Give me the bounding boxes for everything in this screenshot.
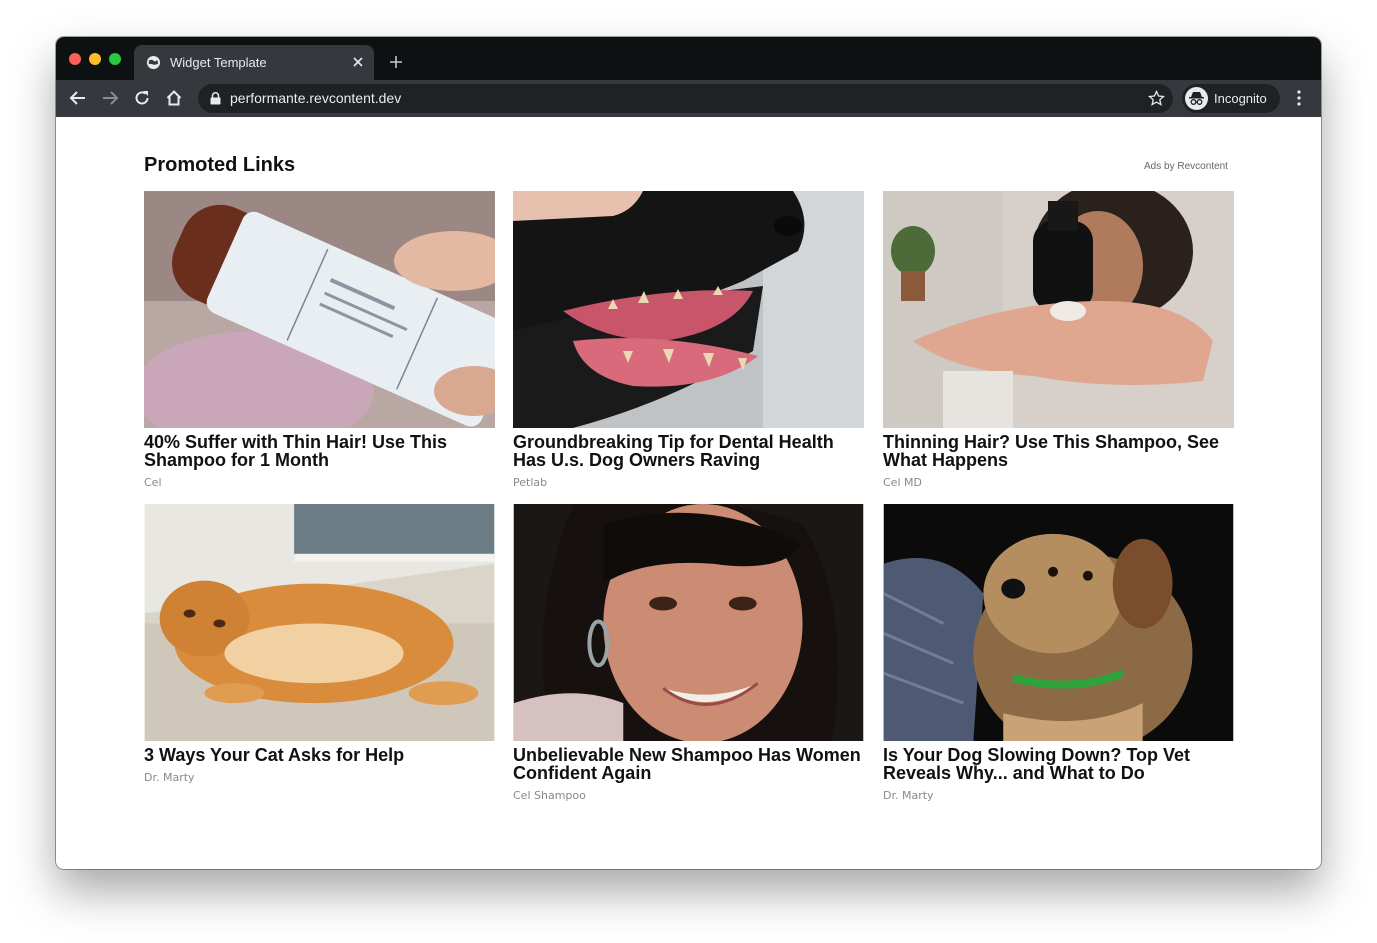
smiling-woman-photo [513,504,864,741]
promoted-link-card[interactable]: 40% Suffer with Thin Hair! Use This Sham… [144,191,495,489]
maximize-window-button[interactable] [109,53,121,65]
card-brand: Petlab [513,476,548,489]
page-content: Promoted Links Ads by Revcontent 40% Suf… [56,117,1321,869]
card-headline[interactable]: Is Your Dog Slowing Down? Top Vet Reveal… [883,746,1234,782]
browser-tab[interactable]: Widget Template [134,45,374,80]
card-brand: Cel Shampoo [513,789,586,802]
incognito-icon [1185,87,1208,110]
lock-icon[interactable] [210,92,221,105]
card-brand: Cel [144,476,162,489]
terrier-dog-photo [883,504,1234,741]
promoted-link-card[interactable]: Is Your Dog Slowing Down? Top Vet Reveal… [883,504,1234,802]
card-headline[interactable]: Groundbreaking Tip for Dental Health Has… [513,433,864,469]
url-text[interactable]: performante.revcontent.dev [230,90,401,106]
card-brand: Dr. Marty [144,771,195,784]
browser-toolbar: performante.revcontent.dev Incognito [56,80,1321,117]
incognito-profile-button[interactable]: Incognito [1182,84,1280,113]
card-brand: Dr. Marty [883,789,934,802]
pump-bottle-image[interactable] [883,191,1234,428]
orange-cat-photo [144,504,495,741]
smiling-woman-image[interactable] [513,504,864,741]
address-bar[interactable]: performante.revcontent.dev [198,84,1173,113]
ads-by-link[interactable]: Ads by Revcontent [1144,161,1228,172]
globe-icon [146,55,161,70]
new-tab-icon[interactable] [388,54,404,70]
close-tab-icon[interactable] [350,54,366,70]
more-menu-icon[interactable] [1292,89,1306,107]
back-arrow-icon[interactable] [69,89,87,107]
card-headline[interactable]: Unbelievable New Shampoo Has Women Confi… [513,746,864,782]
browser-window: Widget Template performante.revcontent.d… [56,37,1321,869]
home-icon[interactable] [165,89,183,107]
card-headline[interactable]: Thinning Hair? Use This Shampoo, See Wha… [883,433,1234,469]
pump-bottle-hand-photo [883,191,1234,428]
reload-icon[interactable] [133,89,151,107]
profile-label: Incognito [1214,91,1267,106]
card-headline[interactable]: 3 Ways Your Cat Asks for Help [144,746,495,764]
forward-arrow-icon[interactable] [101,89,119,107]
orange-cat-image[interactable] [144,504,495,741]
tab-title: Widget Template [170,55,267,70]
promoted-link-card[interactable]: 3 Ways Your Cat Asks for Help Dr. Marty [144,504,495,784]
promoted-link-card[interactable]: Groundbreaking Tip for Dental Health Has… [513,191,864,489]
card-headline[interactable]: 40% Suffer with Thin Hair! Use This Sham… [144,433,495,469]
promoted-link-card[interactable]: Unbelievable New Shampoo Has Women Confi… [513,504,864,802]
terrier-dog-image[interactable] [883,504,1234,741]
widget-title: Promoted Links [144,154,296,176]
dog-teeth-image[interactable] [513,191,864,428]
tab-strip: Widget Template [56,37,1321,80]
shampoo-bottle-image[interactable] [144,191,495,428]
bookmark-star-icon[interactable] [1148,90,1165,107]
dog-teeth-photo [513,191,864,428]
minimize-window-button[interactable] [89,53,101,65]
close-window-button[interactable] [69,53,81,65]
card-brand: Cel MD [883,476,922,489]
shampoo-bottle-photo [144,191,495,428]
promoted-link-card[interactable]: Thinning Hair? Use This Shampoo, See Wha… [883,191,1234,489]
